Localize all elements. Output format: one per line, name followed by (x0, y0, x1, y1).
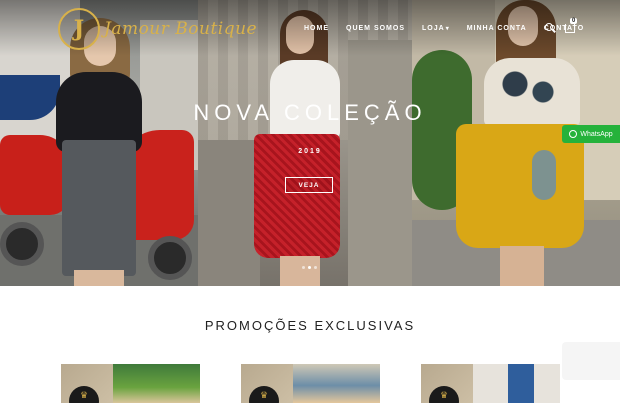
product-list: ♛ ♛ ♛ (0, 364, 620, 403)
product-card[interactable]: ♛ (61, 364, 200, 403)
hero-title: NOVA COLEÇÃO (193, 100, 427, 125)
logo-wordmark: Jamour Boutique (104, 19, 258, 39)
nav-item-home[interactable]: HOME (304, 25, 329, 32)
crown-icon: ♛ (429, 386, 459, 403)
hero-slider: J Jamour Boutique HOME QUEM SOMOS LOJA▾ … (0, 0, 620, 286)
chevron-down-icon: ▾ (445, 26, 450, 32)
nav-item-loja[interactable]: LOJA▾ (422, 25, 450, 32)
product-image (293, 364, 380, 403)
cart-count-badge: 0 (570, 18, 578, 24)
slider-dot-active[interactable] (308, 266, 311, 269)
slider-pagination (302, 266, 317, 269)
nav-item-minha-conta[interactable]: MINHA CONTA (467, 25, 527, 32)
product-image (113, 364, 200, 403)
crown-icon: ♛ (69, 386, 99, 403)
brand-logo[interactable]: J Jamour Boutique (58, 8, 257, 50)
whatsapp-icon (569, 130, 578, 138)
hero-year: 2019 (298, 148, 322, 155)
product-card[interactable]: ♛ (421, 364, 560, 403)
crown-icon: ♛ (249, 386, 279, 403)
logo-emblem: J (58, 8, 100, 50)
section-title: PROMOÇÕES EXCLUSIVAS (204, 318, 416, 333)
floating-widget-placeholder (562, 342, 620, 380)
whatsapp-label: WhatsApp (580, 130, 613, 138)
product-card[interactable]: ♛ (241, 364, 380, 403)
whatsapp-button[interactable]: WhatsApp (562, 125, 620, 143)
header-icons: 0 (545, 18, 578, 33)
search-icon[interactable] (545, 22, 555, 33)
hero-cta-button[interactable]: VEJA (285, 177, 333, 193)
cart-icon[interactable]: 0 (565, 18, 578, 33)
slider-dot[interactable] (302, 266, 305, 269)
slider-dot[interactable] (314, 266, 317, 269)
nav-item-quem-somos[interactable]: QUEM SOMOS (346, 25, 405, 32)
product-image (473, 364, 560, 403)
